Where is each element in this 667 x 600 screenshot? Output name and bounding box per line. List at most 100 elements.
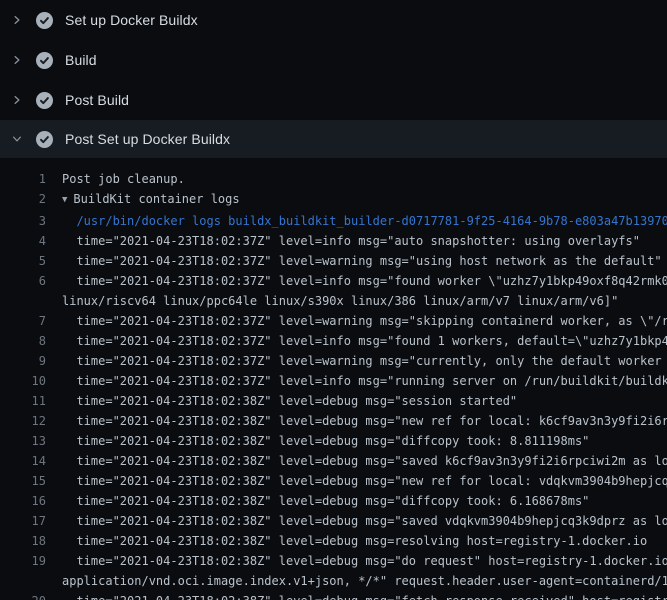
log-text-content: time="2021-04-23T18:02:37Z" level=info m…	[62, 374, 667, 388]
log-text: time="2021-04-23T18:02:38Z" level=debug …	[62, 451, 667, 471]
chevron-right-icon	[10, 93, 24, 107]
log-command-text: /usr/bin/docker logs buildx_buildkit_bui…	[62, 211, 667, 231]
log-text-content: time="2021-04-23T18:02:38Z" level=debug …	[62, 414, 667, 428]
log-text-content: BuildKit container logs	[73, 192, 239, 206]
log-text-content: time="2021-04-23T18:02:38Z" level=debug …	[62, 434, 589, 448]
log-text: time="2021-04-23T18:02:38Z" level=debug …	[62, 391, 517, 411]
chevron-right-icon	[10, 13, 24, 27]
line-number-link[interactable]: 17	[0, 511, 46, 531]
line-number-link[interactable]: 14	[0, 451, 46, 471]
steps-list: Set up Docker Buildx Build Post Build	[0, 0, 667, 158]
line-number-link[interactable]: 1	[0, 169, 46, 189]
line-number-link[interactable]: 13	[0, 431, 46, 451]
line-number-link	[0, 291, 46, 311]
line-number-link[interactable]: 19	[0, 551, 46, 571]
log-line: 18 time="2021-04-23T18:02:38Z" level=deb…	[0, 531, 667, 551]
log-line: 17 time="2021-04-23T18:02:38Z" level=deb…	[0, 511, 667, 531]
line-number-link[interactable]: 6	[0, 271, 46, 291]
log-text: time="2021-04-23T18:02:37Z" level=warnin…	[62, 351, 667, 371]
check-circle-icon	[36, 131, 53, 148]
line-number-link[interactable]: 3	[0, 211, 46, 231]
line-number-link[interactable]: 9	[0, 351, 46, 371]
line-number-link[interactable]: 5	[0, 251, 46, 271]
line-number-link[interactable]: 7	[0, 311, 46, 331]
log-text: time="2021-04-23T18:02:37Z" level=warnin…	[62, 251, 662, 271]
line-number-link[interactable]: 11	[0, 391, 46, 411]
chevron-right-icon	[10, 53, 24, 67]
log-line: 10 time="2021-04-23T18:02:37Z" level=inf…	[0, 371, 667, 391]
log-text-content: application/vnd.oci.image.index.v1+json,…	[62, 574, 667, 588]
log-line: 8 time="2021-04-23T18:02:37Z" level=info…	[0, 331, 667, 351]
log-text-content: time="2021-04-23T18:02:38Z" level=debug …	[62, 494, 589, 508]
log-text: linux/riscv64 linux/ppc64le linux/s390x …	[62, 291, 618, 311]
log-line: 20 time="2021-04-23T18:02:38Z" level=deb…	[0, 591, 667, 600]
step-title: Post Build	[65, 92, 129, 108]
log-text-content: time="2021-04-23T18:02:38Z" level=debug …	[62, 474, 667, 488]
log-text: ▼ BuildKit container logs	[62, 189, 240, 211]
log-text-content: time="2021-04-23T18:02:37Z" level=warnin…	[62, 314, 667, 328]
log-line-wrap: linux/riscv64 linux/ppc64le linux/s390x …	[0, 291, 667, 311]
step-row-post-set-up-docker-buildx[interactable]: Post Set up Docker Buildx	[0, 120, 667, 158]
log-text: time="2021-04-23T18:02:38Z" level=debug …	[62, 471, 667, 491]
log-text: time="2021-04-23T18:02:38Z" level=debug …	[62, 511, 667, 531]
log-line: 1 Post job cleanup.	[0, 169, 667, 189]
log-line: 11 time="2021-04-23T18:02:38Z" level=deb…	[0, 391, 667, 411]
log-text-content: time="2021-04-23T18:02:38Z" level=debug …	[62, 534, 647, 548]
chevron-down-icon	[10, 132, 24, 146]
log-text-content: time="2021-04-23T18:02:38Z" level=debug …	[62, 514, 667, 528]
log-text-content: linux/riscv64 linux/ppc64le linux/s390x …	[62, 294, 618, 308]
line-number-link	[0, 571, 46, 591]
log-text: time="2021-04-23T18:02:37Z" level=info m…	[62, 371, 667, 391]
log-text-content: Post job cleanup.	[62, 172, 185, 186]
check-circle-icon	[36, 92, 53, 109]
log-line: 3 /usr/bin/docker logs buildx_buildkit_b…	[0, 211, 667, 231]
log-text-content: time="2021-04-23T18:02:37Z" level=info m…	[62, 334, 667, 348]
log-text: time="2021-04-23T18:02:38Z" level=debug …	[62, 591, 667, 600]
step-title: Build	[65, 52, 97, 68]
step-row-set-up-docker-buildx[interactable]: Set up Docker Buildx	[0, 0, 667, 40]
line-number-link[interactable]: 8	[0, 331, 46, 351]
line-number-link[interactable]: 10	[0, 371, 46, 391]
log-text-content: /usr/bin/docker logs buildx_buildkit_bui…	[62, 214, 667, 228]
step-row-build[interactable]: Build	[0, 40, 667, 80]
log-line: 6 time="2021-04-23T18:02:37Z" level=info…	[0, 271, 667, 291]
log-line: 14 time="2021-04-23T18:02:38Z" level=deb…	[0, 451, 667, 471]
log-line: 9 time="2021-04-23T18:02:37Z" level=warn…	[0, 351, 667, 371]
line-number-link[interactable]: 18	[0, 531, 46, 551]
log-text-content: time="2021-04-23T18:02:38Z" level=debug …	[62, 554, 667, 568]
log-line: 4 time="2021-04-23T18:02:37Z" level=info…	[0, 231, 667, 251]
actions-log-viewer: Set up Docker Buildx Build Post Build	[0, 0, 667, 600]
log-text: time="2021-04-23T18:02:38Z" level=debug …	[62, 411, 667, 431]
log-text: Post job cleanup.	[62, 169, 185, 189]
line-number-link[interactable]: 16	[0, 491, 46, 511]
log-text: time="2021-04-23T18:02:37Z" level=info m…	[62, 331, 667, 351]
log-text: time="2021-04-23T18:02:37Z" level=info m…	[62, 271, 667, 291]
log-area: 1 Post job cleanup. 2 ▼ BuildKit container l…	[0, 158, 667, 600]
step-title: Set up Docker Buildx	[65, 12, 198, 28]
log-line: 2 ▼ BuildKit container logs	[0, 189, 667, 211]
log-text: time="2021-04-23T18:02:37Z" level=warnin…	[62, 311, 667, 331]
log-text-content: time="2021-04-23T18:02:37Z" level=info m…	[62, 234, 640, 248]
line-number-link[interactable]: 4	[0, 231, 46, 251]
log-line: 13 time="2021-04-23T18:02:38Z" level=deb…	[0, 431, 667, 451]
log-text: time="2021-04-23T18:02:38Z" level=debug …	[62, 531, 647, 551]
line-number-link[interactable]: 12	[0, 411, 46, 431]
triangle-down-icon[interactable]: ▼	[62, 190, 67, 210]
log-line: 15 time="2021-04-23T18:02:38Z" level=deb…	[0, 471, 667, 491]
log-text-content: time="2021-04-23T18:02:38Z" level=debug …	[62, 594, 667, 600]
log-text: time="2021-04-23T18:02:38Z" level=debug …	[62, 431, 589, 451]
log-text-content: time="2021-04-23T18:02:38Z" level=debug …	[62, 454, 667, 468]
log-line: 12 time="2021-04-23T18:02:38Z" level=deb…	[0, 411, 667, 431]
line-number-link[interactable]: 15	[0, 471, 46, 491]
line-number-link[interactable]: 2	[0, 189, 46, 211]
log-text-content: time="2021-04-23T18:02:37Z" level=info m…	[62, 274, 667, 288]
log-text-content: time="2021-04-23T18:02:37Z" level=warnin…	[62, 354, 667, 368]
log-line: 19 time="2021-04-23T18:02:38Z" level=deb…	[0, 551, 667, 571]
log-text: time="2021-04-23T18:02:38Z" level=debug …	[62, 551, 667, 571]
log-text: time="2021-04-23T18:02:38Z" level=debug …	[62, 491, 589, 511]
step-row-post-build[interactable]: Post Build	[0, 80, 667, 120]
check-circle-icon	[36, 52, 53, 69]
check-circle-icon	[36, 12, 53, 29]
line-number-link[interactable]: 20	[0, 591, 46, 600]
log-line-wrap: application/vnd.oci.image.index.v1+json,…	[0, 571, 667, 591]
